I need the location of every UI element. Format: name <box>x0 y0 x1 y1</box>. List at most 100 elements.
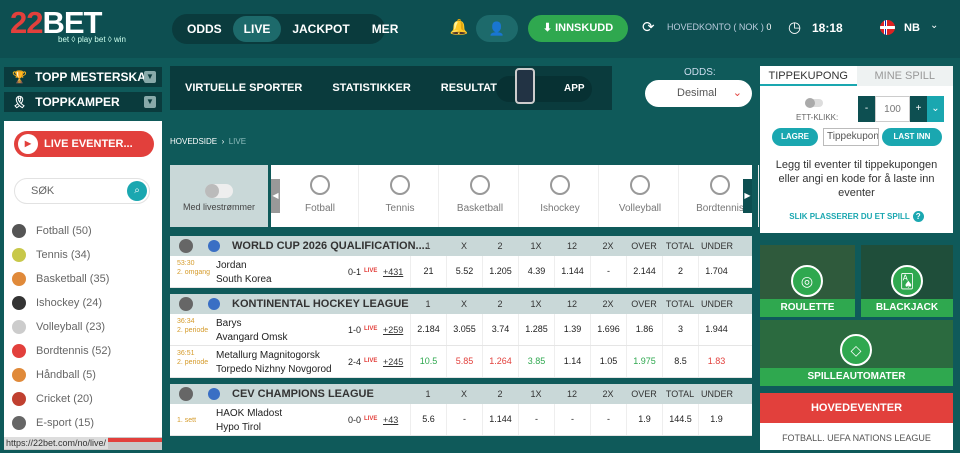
team-home[interactable]: Metallurg Magnitogorsk <box>216 350 320 361</box>
main-events-header[interactable]: HOVEDEVENTER <box>760 393 953 423</box>
sport-card[interactable]: Volleyball <box>601 165 679 227</box>
sport-card[interactable]: Basketball <box>441 165 519 227</box>
team-away[interactable]: Hypo Tirol <box>216 422 261 433</box>
stake-plus-button[interactable]: + <box>910 96 927 122</box>
team-home[interactable]: HAOK Mladost <box>216 408 282 419</box>
save-button[interactable]: LAGRE <box>772 128 818 146</box>
sport-item[interactable]: Volleyball (23) <box>12 317 105 337</box>
more-markets-link[interactable]: +259 <box>383 325 403 335</box>
load-button[interactable]: LAST INN <box>882 128 942 146</box>
search-icon[interactable]: ⌕ <box>127 181 147 201</box>
sport-item[interactable]: Basketball (35) <box>12 269 109 289</box>
odds-cell[interactable]: 144.5 <box>662 404 698 435</box>
chevron-down-icon[interactable]: ▼ <box>144 71 156 83</box>
live-events-button[interactable]: ▶ LIVE EVENTER... <box>14 131 154 157</box>
nav-odds[interactable]: ODDS <box>176 16 233 42</box>
odds-cell[interactable]: 4.39 <box>518 256 554 287</box>
event-row[interactable]: 1. sett HAOK Mladost Hypo Tirol 0-0 LIVE +43 5… <box>170 404 752 436</box>
refresh-icon[interactable]: ⟳ <box>642 18 655 36</box>
roulette-tile[interactable]: ◎ ROULETTE <box>760 245 855 317</box>
more-markets-link[interactable]: +43 <box>383 415 398 425</box>
odds-cell[interactable]: 1.9 <box>626 404 662 435</box>
odds-cell[interactable]: 1.696 <box>590 314 626 345</box>
balance[interactable]: HOVEDKONTO ( NOK ) 0 <box>667 22 771 32</box>
odds-cell[interactable]: 1.144 <box>482 404 518 435</box>
team-home[interactable]: Jordan <box>216 260 247 271</box>
odds-cell[interactable]: 1.05 <box>590 346 626 377</box>
league-header[interactable]: WORLD CUP 2026 QUALIFICATION.... 1 X 2 1X 12 2… <box>170 236 752 256</box>
league-header[interactable]: CEV CHAMPIONS LEAGUE 1 X 2 1X 12 2X OVER TOTAL UN… <box>170 384 752 404</box>
odds-cell[interactable]: 2.184 <box>410 314 446 345</box>
team-away[interactable]: Avangard Omsk <box>216 332 288 343</box>
odds-cell[interactable]: 3 <box>662 314 698 345</box>
odds-cell[interactable]: 21 <box>410 256 446 287</box>
odds-cell[interactable]: - <box>590 404 626 435</box>
how-to-bet-link[interactable]: SLIK PLASSERER DU ET SPILL? <box>760 211 953 222</box>
odds-cell[interactable]: 1.39 <box>554 314 590 345</box>
more-markets-link[interactable]: +431 <box>383 267 403 277</box>
odds-format-select[interactable]: Desimal ⌄ <box>645 80 752 107</box>
livestream-filter[interactable]: Med livestrømmer <box>170 165 268 227</box>
sport-card[interactable]: Fotball <box>281 165 359 227</box>
odds-cell[interactable]: 1.975 <box>626 346 662 377</box>
chevron-right-icon[interactable]: ▶ <box>743 179 752 213</box>
event-row[interactable]: 36:34 2. periode Barys Avangard Omsk 1-0 LIVE… <box>170 314 752 346</box>
odds-cell[interactable]: 3.74 <box>482 314 518 345</box>
breadcrumb-home[interactable]: HOVEDSIDE <box>170 137 217 146</box>
sport-card[interactable]: Ishockey <box>521 165 599 227</box>
one-click-toggle[interactable] <box>805 98 823 108</box>
odds-cell[interactable]: 10.5 <box>410 346 446 377</box>
odds-cell[interactable]: - <box>554 404 590 435</box>
chevron-down-icon[interactable]: ⌄ <box>930 20 938 31</box>
slots-tile[interactable]: ◇ SPILLEAUTOMATER <box>760 320 953 386</box>
odds-cell[interactable]: 5.52 <box>446 256 482 287</box>
nav-live[interactable]: LIVE <box>232 16 282 42</box>
livestream-toggle[interactable] <box>205 184 233 198</box>
chevron-left-icon[interactable]: ◀ <box>271 179 280 213</box>
user-button[interactable]: 👤 <box>476 15 518 42</box>
sport-item[interactable]: Tennis (34) <box>12 245 90 265</box>
blackjack-tile[interactable]: 🂡 BLACKJACK <box>861 245 953 317</box>
team-away[interactable]: Torpedo Nizhny Novgorod <box>216 364 332 375</box>
norway-flag-icon[interactable] <box>880 20 895 35</box>
stake-minus-button[interactable]: - <box>858 96 875 122</box>
odds-cell[interactable]: 2 <box>662 256 698 287</box>
sport-card[interactable]: Tennis <box>361 165 439 227</box>
tab-virtual-sports[interactable]: VIRTUELLE SPORTER <box>185 82 302 94</box>
odds-cell[interactable]: 2.144 <box>626 256 662 287</box>
logo[interactable]: 22BET bet ◊ play bet ◊ win <box>10 7 130 50</box>
tab-bet-slip[interactable]: TIPPEKUPONG <box>760 66 857 86</box>
top-championships[interactable]: 🏆 TOPP MESTERSKAP ▼ <box>4 67 162 87</box>
odds-cell[interactable]: 1.944 <box>698 314 734 345</box>
sport-item[interactable]: Fotball (50) <box>12 221 92 241</box>
nav-more[interactable]: MER <box>361 16 410 42</box>
deposit-button[interactable]: ⬇ INNSKUDD <box>528 15 628 42</box>
odds-cell[interactable]: 8.5 <box>662 346 698 377</box>
chevron-down-icon[interactable]: ⌄ <box>927 96 944 122</box>
sport-item[interactable]: Ishockey (24) <box>12 293 102 313</box>
odds-cell[interactable]: 1.86 <box>626 314 662 345</box>
odds-cell[interactable]: 5.85 <box>446 346 482 377</box>
event-row[interactable]: 53:30 2. omgang Jordan South Korea 0-1 LIVE +4… <box>170 256 752 288</box>
sport-item[interactable]: Håndball (5) <box>12 365 96 385</box>
more-markets-link[interactable]: +245 <box>383 357 403 367</box>
odds-cell[interactable]: 1.144 <box>554 256 590 287</box>
tab-statistics[interactable]: STATISTIKKER <box>332 82 410 94</box>
league-header[interactable]: KONTINENTAL HOCKEY LEAGUE 1 X 2 1X 12 2X OVER TO… <box>170 294 752 314</box>
language-label[interactable]: NB <box>904 22 920 34</box>
tab-my-bets[interactable]: MINE SPILL <box>856 66 953 86</box>
odds-cell[interactable]: 1.285 <box>518 314 554 345</box>
sport-item[interactable]: E-sport (15) <box>12 413 94 433</box>
top-matches[interactable]: 🎗 TOPPKAMPER ▼ <box>4 92 162 112</box>
sport-item[interactable]: Bordtennis (52) <box>12 341 111 361</box>
odds-cell[interactable]: 1.9 <box>698 404 734 435</box>
team-away[interactable]: South Korea <box>216 274 272 285</box>
coupon-code-input[interactable]: Tippekupong <box>823 128 879 146</box>
chevron-down-icon[interactable]: ▼ <box>144 96 156 108</box>
sport-item[interactable]: Cricket (20) <box>12 389 93 409</box>
main-events-subtitle[interactable]: FOTBALL. UEFA NATIONS LEAGUE <box>760 423 953 450</box>
bell-icon[interactable]: 🔔 <box>449 18 469 38</box>
nav-jackpot[interactable]: JACKPOT <box>281 16 360 42</box>
odds-cell[interactable]: 1.264 <box>482 346 518 377</box>
odds-cell[interactable]: - <box>590 256 626 287</box>
